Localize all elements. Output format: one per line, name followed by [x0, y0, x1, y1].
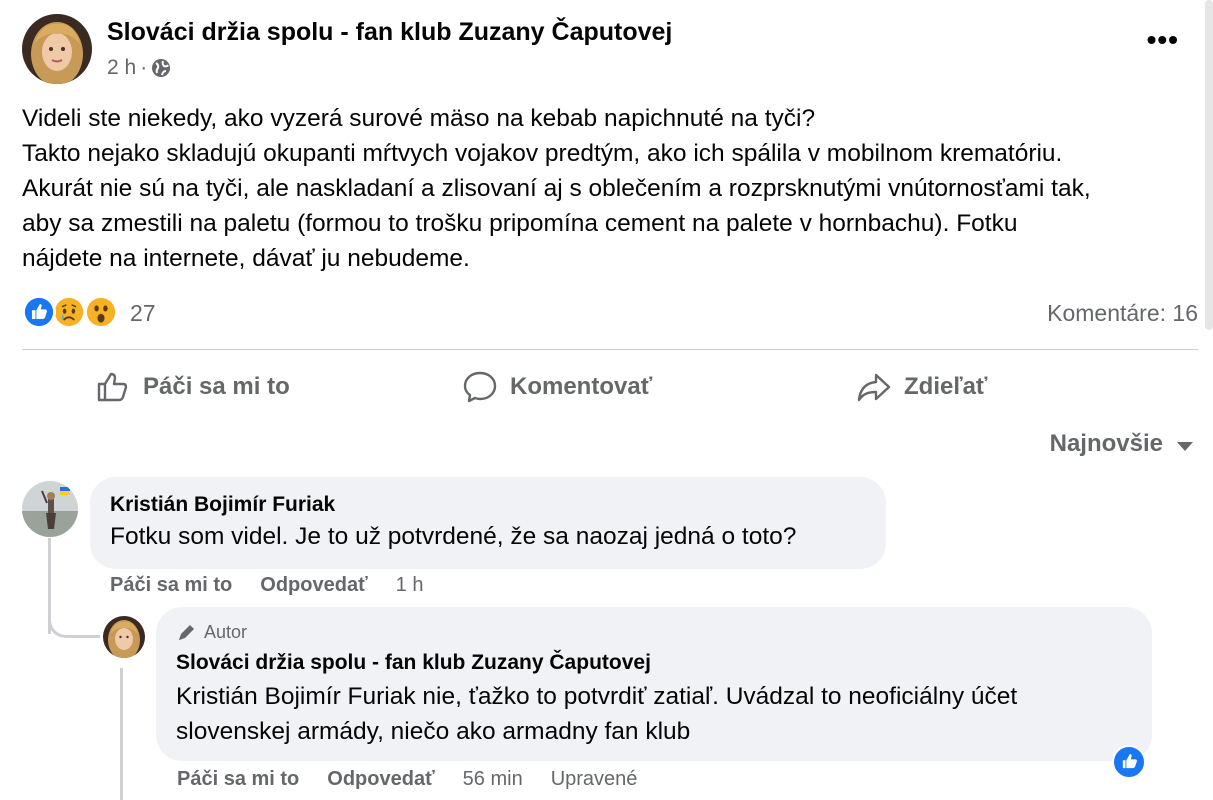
- comment-actions: Páči sa mi to Odpovedať 1 h: [110, 574, 423, 597]
- comment-like-button[interactable]: Páči sa mi to: [110, 574, 232, 597]
- globe-icon: [152, 59, 171, 77]
- edited-label[interactable]: Upravené: [551, 768, 638, 791]
- post-body-line: aby sa zmestili na paletu (formou to tro…: [22, 210, 1018, 237]
- reply-actions: Páči sa mi to Odpovedať 56 min Upravené: [177, 768, 637, 791]
- post-author-name[interactable]: Slováci držia spolu - fan klub Zuzany Ča…: [107, 18, 672, 47]
- reaction-icons[interactable]: [22, 295, 122, 331]
- comment-bubble: Kristián Bojimír Furiak Fotku som videl.…: [90, 477, 886, 569]
- comment-button[interactable]: Komentovať: [462, 360, 652, 414]
- reactions-summary: 27 Komentáre: 16: [22, 294, 1198, 332]
- post-time[interactable]: 2 h: [107, 56, 136, 80]
- page-avatar[interactable]: [22, 14, 92, 84]
- share-icon: [857, 373, 891, 402]
- post-action-bar: Páči sa mi to Komentovať Zdieľať: [0, 360, 1213, 414]
- comment-icon: [463, 371, 497, 403]
- like-icon: [22, 295, 56, 329]
- comment-text: Fotku som videl. Je to už potvrdené, že …: [110, 523, 797, 550]
- reply-author[interactable]: Slováci držia spolu - fan klub Zuzany Ča…: [176, 651, 651, 675]
- comment-time[interactable]: 1 h: [396, 574, 424, 597]
- wow-icon: [84, 295, 118, 329]
- reply-author-avatar[interactable]: [103, 616, 145, 658]
- reply-bubble: Autor Slováci držia spolu - fan klub Zuz…: [156, 607, 1152, 761]
- share-button-label: Zdieľať: [904, 373, 988, 400]
- post-body-line: Takto nejako skladujú okupanti mŕtvych v…: [22, 140, 1063, 167]
- more-options-button[interactable]: •••: [1147, 26, 1179, 54]
- caret-down-icon: [1177, 441, 1193, 451]
- comment-button-label: Komentovať: [510, 373, 653, 400]
- thread-line: [120, 668, 123, 800]
- reply-like-button[interactable]: Páči sa mi to: [177, 768, 299, 791]
- sort-selected-label: Najnovšie: [1049, 430, 1163, 457]
- thumbs-up-icon: [97, 372, 128, 402]
- reaction-count[interactable]: 27: [130, 300, 156, 327]
- share-button[interactable]: Zdieľať: [856, 360, 987, 414]
- post-body-line: Videli ste niekedy, ako vyzerá surové mä…: [22, 105, 816, 132]
- reply-like-reaction-icon[interactable]: [1112, 745, 1146, 779]
- sad-icon: [52, 295, 86, 329]
- post-body-line: nájdete na internete, dávať ju nebudeme.: [22, 245, 470, 272]
- pen-icon: [179, 625, 194, 640]
- reply-text-line: slovenskej armády, niečo ako armadny fan…: [176, 718, 691, 745]
- reply-time[interactable]: 56 min: [463, 768, 523, 791]
- commenter-avatar[interactable]: [22, 481, 78, 537]
- comment-sort-select[interactable]: Najnovšie: [1050, 430, 1193, 458]
- post-body: Videli ste niekedy, ako vyzerá surové mä…: [22, 101, 1202, 276]
- author-badge: Autor: [176, 621, 247, 643]
- divider: [22, 349, 1198, 350]
- like-button-label: Páči sa mi to: [143, 373, 290, 400]
- meta-separator: ·: [140, 56, 148, 79]
- scrollbar[interactable]: [1205, 0, 1213, 330]
- post-meta: 2 h ·: [107, 56, 171, 80]
- reply-text: Kristián Bojimír Furiak nie, ťažko to po…: [176, 679, 1017, 749]
- comment-author[interactable]: Kristián Bojimír Furiak: [110, 493, 335, 517]
- reply-text-line: Kristián Bojimír Furiak nie, ťažko to po…: [176, 683, 1018, 710]
- thread-connector: [48, 604, 100, 638]
- comment-count[interactable]: Komentáre: 16: [1047, 300, 1198, 327]
- comment-reply-button[interactable]: Odpovedať: [260, 574, 367, 597]
- post-body-line: Akurát nie sú na tyči, ale naskladaní a …: [22, 175, 1091, 202]
- author-badge-label: Autor: [204, 621, 248, 642]
- like-button[interactable]: Páči sa mi to: [95, 360, 290, 414]
- reply-reply-button[interactable]: Odpovedať: [327, 768, 434, 791]
